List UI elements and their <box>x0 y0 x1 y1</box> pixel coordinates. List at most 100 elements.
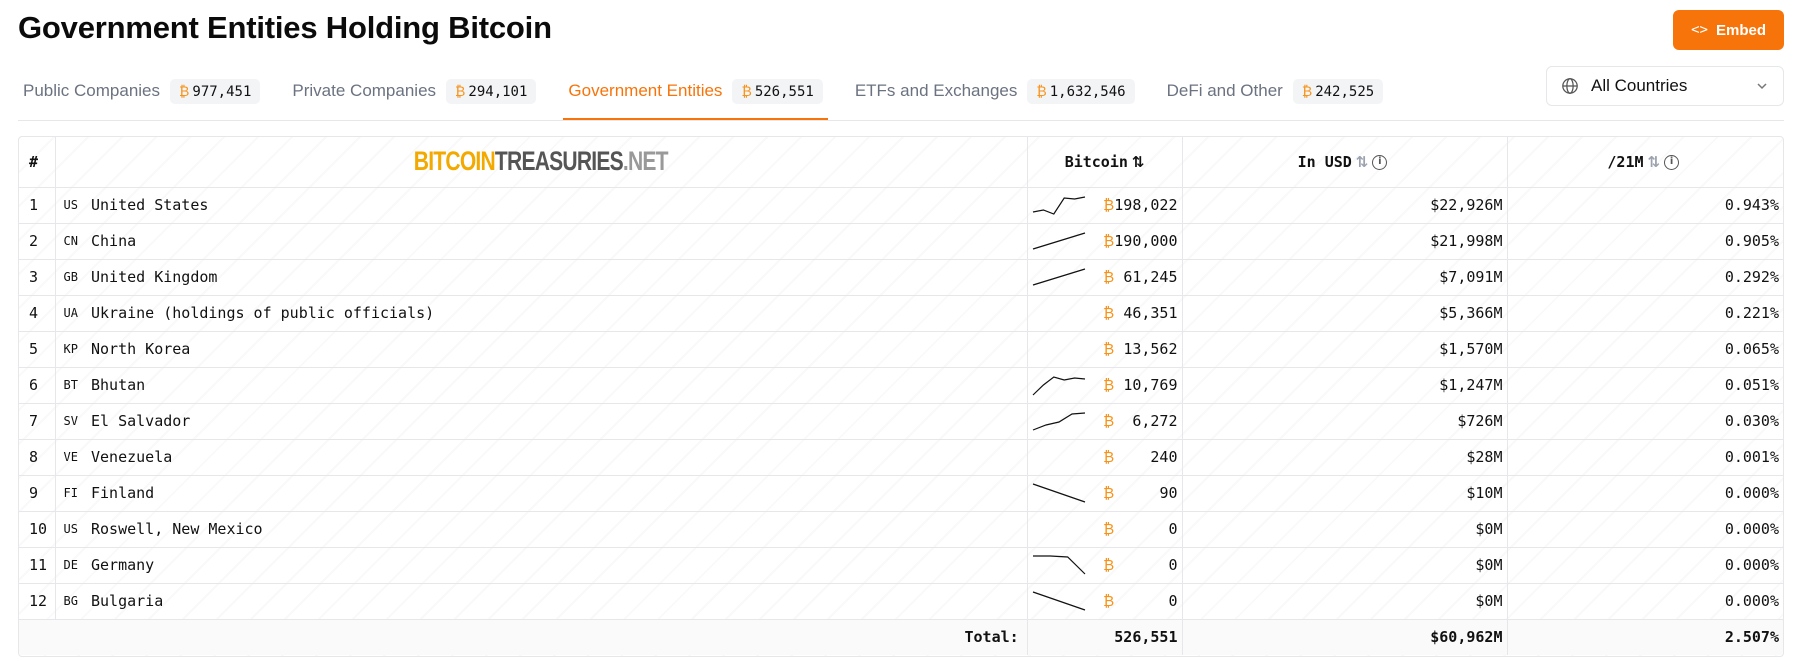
entity-name-link[interactable]: Roswell, New Mexico <box>85 511 1028 548</box>
entity-name-link[interactable]: North Korea <box>85 331 1028 368</box>
sparkline-chart <box>1032 376 1085 396</box>
info-icon[interactable]: i <box>1372 154 1388 170</box>
table-row[interactable]: 7 SV El Salvador ₿ 6,272 $726M 0.030% <box>19 403 1783 440</box>
bitcoin-icon: ₿ <box>1103 268 1115 286</box>
table-row[interactable]: 3 GB United Kingdom ₿ 61,245 $7,091M 0.292% <box>19 259 1783 296</box>
sparkline-cell <box>1027 295 1104 332</box>
entity-name-link[interactable]: Ukraine (holdings of public officials) <box>85 295 1028 332</box>
row-rank: 2 <box>19 223 56 260</box>
tab-defi-and-other[interactable]: DeFi and Other ₿ 242,525 <box>1162 64 1389 120</box>
table-row[interactable]: 9 FI Finland ₿ 90 $10M 0.000% <box>19 475 1783 512</box>
tab-etfs-and-exchanges[interactable]: ETFs and Exchanges ₿ 1,632,546 <box>850 64 1140 120</box>
sparkline-cell <box>1027 439 1104 476</box>
sparkline-chart <box>1032 483 1085 503</box>
table-row[interactable]: 2 CN China ₿ 190,000 $21,998M 0.905% <box>19 223 1783 260</box>
bitcoin-amount-wrap: ₿ 190,000 <box>1103 232 1177 250</box>
header-logo: BITCOINTREASURIES.NET <box>55 137 1028 188</box>
sort-arrows-icon[interactable]: ⇅ <box>1648 153 1661 171</box>
entity-name-link[interactable]: United Kingdom <box>85 259 1028 296</box>
bitcoin-icon: ₿ <box>1103 340 1115 358</box>
usd-value: $726M <box>1182 403 1508 440</box>
total-usd: $60,962M <box>1182 619 1508 655</box>
bitcoin-amount-wrap: ₿ 240 <box>1103 448 1177 466</box>
sort-arrows-icon[interactable]: ⇅ <box>1356 153 1369 171</box>
pct-of-21m: 0.000% <box>1507 511 1783 548</box>
pct-of-21m: 0.943% <box>1507 187 1783 224</box>
header-usd[interactable]: In USD ⇅ i <box>1182 137 1508 188</box>
pct-of-21m: 0.051% <box>1507 367 1783 404</box>
tab-government-entities[interactable]: Government Entities ₿ 526,551 <box>563 64 828 120</box>
entity-name-link[interactable]: Venezuela <box>85 439 1028 476</box>
tab-private-companies[interactable]: Private Companies ₿ 294,101 <box>287 64 541 120</box>
bitcoin-amount-wrap: ₿ 90 <box>1103 484 1177 502</box>
country-code: KP <box>55 331 85 368</box>
tab-label: Private Companies <box>292 81 437 100</box>
bitcoin-value: 46,351 <box>1123 304 1178 322</box>
usd-value: $1,570M <box>1182 331 1508 368</box>
sparkline-cell <box>1027 583 1104 620</box>
bitcoin-value: 240 <box>1150 448 1178 466</box>
bitcoin-amount: ₿ 6,272 <box>1103 403 1183 440</box>
table-row[interactable]: 8 VE Venezuela ₿ 240 $28M 0.001% <box>19 439 1783 476</box>
bitcoin-amount-wrap: ₿ 61,245 <box>1103 268 1177 286</box>
sort-arrows-icon[interactable]: ⇅ <box>1132 153 1145 171</box>
table-row[interactable]: 5 KP North Korea ₿ 13,562 $1,570M 0.065% <box>19 331 1783 368</box>
table-row[interactable]: 4 UA Ukraine (holdings of public officials… <box>19 295 1783 332</box>
row-rank: 10 <box>19 511 56 548</box>
tab-label: DeFi and Other <box>1166 81 1283 100</box>
table-row[interactable]: 1 US United States ₿ 198,022 $22,926M 0.943% <box>19 187 1783 224</box>
logo-part-net: .NET <box>623 146 669 177</box>
bitcoin-amount-wrap: ₿ 10,769 <box>1103 376 1177 394</box>
bitcoin-amount: ₿ 10,769 <box>1103 367 1183 404</box>
country-filter-select[interactable]: All Countries <box>1546 66 1784 106</box>
sparkline-line <box>1032 196 1085 215</box>
bitcoin-icon: ₿ <box>455 83 466 100</box>
entity-name-link[interactable]: El Salvador <box>85 403 1028 440</box>
pct-of-21m: 0.905% <box>1507 223 1783 260</box>
tab-public-companies[interactable]: Public Companies ₿ 977,451 <box>18 64 265 120</box>
header-bitcoin[interactable]: Bitcoin ⇅ <box>1027 137 1183 188</box>
entity-name-link[interactable]: Bulgaria <box>85 583 1028 620</box>
country-code: US <box>55 511 85 548</box>
table-row[interactable]: 10 US Roswell, New Mexico ₿ 0 $0M 0.000% <box>19 511 1783 548</box>
tab-count-badge: ₿ 1,632,546 <box>1027 78 1135 104</box>
usd-value: $22,926M <box>1182 187 1508 224</box>
table-row[interactable]: 6 BT Bhutan ₿ 10,769 $1,247M 0.051% <box>19 367 1783 404</box>
entity-name-link[interactable]: China <box>85 223 1028 260</box>
logo-part-treasuries: TREASURIES <box>495 146 624 177</box>
country-code: FI <box>55 475 85 512</box>
bitcoin-value: 0 <box>1168 556 1178 574</box>
tab-count-value: 294,101 <box>468 83 528 100</box>
holdings-table-container: # BITCOINTREASURIES.NET Bitcoin ⇅ In USD ⇅… <box>18 136 1784 657</box>
table-row[interactable]: 11 DE Germany ₿ 0 $0M 0.000% <box>19 547 1783 584</box>
usd-value: $0M <box>1182 547 1508 584</box>
bitcoin-amount: ₿ 240 <box>1103 439 1183 476</box>
bitcoin-amount-wrap: ₿ 13,562 <box>1103 340 1177 358</box>
sparkline-line <box>1032 555 1086 575</box>
bitcoin-icon: ₿ <box>1103 592 1115 610</box>
usd-value: $28M <box>1182 439 1508 476</box>
tab-count-value: 242,525 <box>1315 83 1375 100</box>
entity-name-link[interactable]: Finland <box>85 475 1028 512</box>
sparkline-line <box>1032 268 1085 286</box>
entity-name-link[interactable]: Germany <box>85 547 1028 584</box>
country-code: BT <box>55 367 85 404</box>
header-rank: # <box>19 137 56 188</box>
globe-icon <box>1562 78 1578 94</box>
tab-count-value: 526,551 <box>754 83 814 100</box>
row-rank: 11 <box>19 547 56 584</box>
pct-of-21m: 0.000% <box>1507 583 1783 620</box>
tab-count-badge: ₿ 977,451 <box>170 78 261 104</box>
entity-name-link[interactable]: United States <box>85 187 1028 224</box>
usd-value: $0M <box>1182 511 1508 548</box>
entity-name-link[interactable]: Bhutan <box>85 367 1028 404</box>
header-pct[interactable]: /21M ⇅ i <box>1507 137 1783 188</box>
bitcoin-icon: ₿ <box>1103 376 1115 394</box>
bitcoin-amount-wrap: ₿ 0 <box>1103 556 1177 574</box>
table-row[interactable]: 12 BG Bulgaria ₿ 0 $0M 0.000% <box>19 583 1783 620</box>
bitcoin-amount: ₿ 46,351 <box>1103 295 1183 332</box>
bitcointreasuries-logo: BITCOINTREASURIES.NET <box>414 146 669 177</box>
sparkline-cell <box>1027 223 1104 260</box>
embed-button[interactable]: <> Embed <box>1673 10 1784 50</box>
info-icon[interactable]: i <box>1664 154 1680 170</box>
